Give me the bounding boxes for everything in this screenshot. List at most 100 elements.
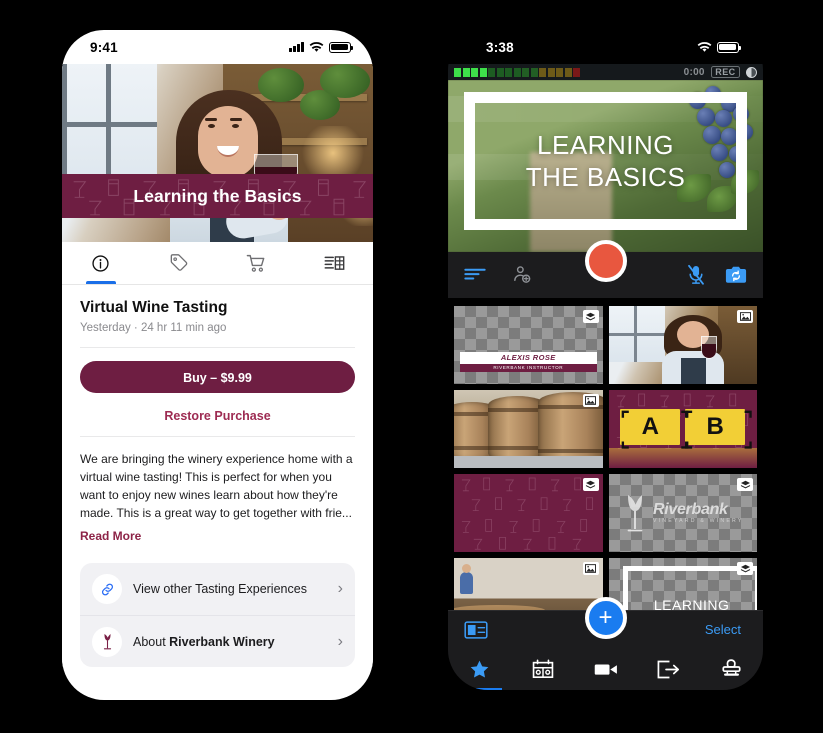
screenshot-canvas: 9:41 Learning the Basics Virtual Wine Ta…: [0, 0, 823, 733]
label-prefix: About: [133, 634, 170, 649]
riverbank-logo: Riverbank VINEYARD & WINERY: [609, 474, 758, 552]
tab-tag[interactable]: [140, 242, 218, 284]
video-camera-icon: [594, 664, 617, 675]
teleprompter-lines-icon[interactable]: [464, 268, 486, 282]
stamp-icon: [722, 659, 741, 676]
list-item-about-winery[interactable]: About Riverbank Winery ›: [80, 615, 355, 667]
layers-icon: [737, 562, 753, 575]
tab-scoreboard[interactable]: [511, 648, 574, 690]
layers-icon: [582, 310, 599, 323]
detail-content: Virtual Wine Tasting Yesterday · 24 hr 1…: [62, 299, 373, 667]
recording-timecode: 0:00: [683, 66, 705, 78]
divider: [80, 436, 355, 437]
page-title: Virtual Wine Tasting: [80, 299, 228, 316]
crop-brackets-icon: [621, 410, 752, 449]
battery-icon: [329, 41, 354, 53]
thumb-barrels-photo[interactable]: [454, 390, 603, 468]
list-item-label: View other Tasting Experiences: [133, 582, 307, 596]
status-time: 9:41: [90, 39, 118, 55]
status-icons: [697, 41, 742, 53]
photo-taster: [608, 306, 757, 384]
add-button[interactable]: +: [584, 597, 627, 639]
slide-line-2: THE BASICS: [525, 162, 686, 192]
hero-plant-icon: [320, 64, 370, 98]
record-button[interactable]: [584, 240, 627, 282]
chevron-right-icon: ›: [337, 580, 343, 597]
grid-action-bar: + Select: [448, 597, 763, 648]
right-phone-mockup: 3:38 0:00 REC LEARNING THE BASICS ALEXIS…: [448, 30, 763, 690]
export-icon: [657, 660, 680, 678]
content-tab-bar: [62, 242, 373, 285]
audio-meter-bar: 0:00 REC: [448, 64, 763, 80]
chevron-right-icon: ›: [337, 632, 343, 650]
hero-eye: [232, 124, 239, 128]
wine-pattern-icon: [461, 477, 593, 550]
star-icon: [470, 660, 489, 677]
half-circle-icon[interactable]: [746, 66, 757, 78]
capture-control-bar: [448, 240, 763, 298]
presenter-role: RIVERBANK INSTRUCTOR: [459, 363, 597, 372]
thumb-taster-photo[interactable]: [608, 306, 757, 384]
tab-video[interactable]: [574, 648, 637, 690]
status-icons: [289, 41, 354, 53]
mic-muted-icon[interactable]: [687, 264, 705, 286]
info-circle-icon: [92, 254, 109, 272]
list-item-label: About Riverbank Winery: [133, 635, 275, 649]
hero-eye: [208, 124, 215, 128]
left-phone-notch: [156, 30, 279, 55]
buy-button[interactable]: Buy – $9.99: [80, 361, 355, 393]
tab-info[interactable]: [62, 242, 140, 284]
status-time: 3:38: [486, 39, 514, 55]
divider: [80, 347, 355, 348]
add-presenter-icon[interactable]: [512, 265, 532, 285]
thumb-maroon-pattern[interactable]: [454, 474, 603, 552]
hero-warm-light: [298, 126, 368, 180]
restore-purchase-link[interactable]: Restore Purchase: [80, 409, 355, 423]
hero-person: [170, 90, 298, 242]
thumb-alexis-rose-lower-third[interactable]: ALEXIS ROSE RIVERBANK INSTRUCTOR: [454, 306, 603, 384]
read-more-link[interactable]: Read More: [80, 529, 141, 543]
label-bold: Riverbank Winery: [169, 634, 275, 649]
hero-image: Learning the Basics: [62, 64, 373, 242]
hero-face: [198, 106, 258, 178]
list-item-view-other-experiences[interactable]: View other Tasting Experiences ›: [80, 563, 355, 615]
image-icon: [582, 562, 599, 575]
tab-media[interactable]: [295, 242, 373, 284]
audio-level-meter: [454, 67, 580, 77]
tag-icon: [170, 254, 187, 271]
select-button[interactable]: Select: [699, 621, 747, 638]
cellular-bars-icon: [289, 42, 304, 52]
media-list-icon: [324, 255, 345, 270]
tab-export[interactable]: [637, 648, 700, 690]
tab-cart[interactable]: [218, 242, 296, 284]
link-icon: [92, 574, 122, 604]
image-icon: [737, 310, 753, 323]
wifi-icon: [309, 41, 324, 52]
tab-favorites[interactable]: [448, 648, 511, 690]
thumb-riverbank-logo[interactable]: Riverbank VINEYARD & WINERY: [608, 474, 758, 552]
scoreboard-icon: [532, 659, 553, 678]
battery-icon: [717, 41, 742, 53]
layers-icon: [737, 478, 753, 491]
maroon-pattern-background: [454, 474, 603, 552]
wine-glass-icon: [92, 626, 122, 657]
left-phone-mockup: 9:41 Learning the Basics Virtual Wine Ta…: [62, 30, 373, 700]
camera-viewport[interactable]: LEARNING THE BASICS: [448, 80, 763, 252]
camera-flip-icon[interactable]: [725, 266, 747, 284]
tab-stamp[interactable]: [700, 648, 763, 690]
shopping-cart-icon: [246, 254, 265, 272]
hero-brow: [230, 118, 242, 121]
image-icon: [582, 394, 599, 407]
wine-glass-icon: [627, 495, 643, 532]
active-tab-indicator: [85, 281, 116, 284]
logo-tagline: VINEYARD & WINERY: [652, 517, 744, 524]
rec-badge: REC: [710, 66, 740, 78]
barrel-rack: [454, 456, 603, 468]
thumb-ab-cards[interactable]: A B: [608, 390, 757, 468]
lower-third-graphic: ALEXIS ROSE RIVERBANK INSTRUCTOR: [459, 351, 597, 372]
content-meta: Yesterday · 24 hr 11 min ago: [80, 322, 227, 334]
wifi-icon: [697, 41, 712, 52]
link-card-group: View other Tasting Experiences › About R…: [80, 563, 355, 667]
presenter-name: ALEXIS ROSE: [459, 351, 597, 364]
split-layout-icon[interactable]: [464, 620, 488, 639]
